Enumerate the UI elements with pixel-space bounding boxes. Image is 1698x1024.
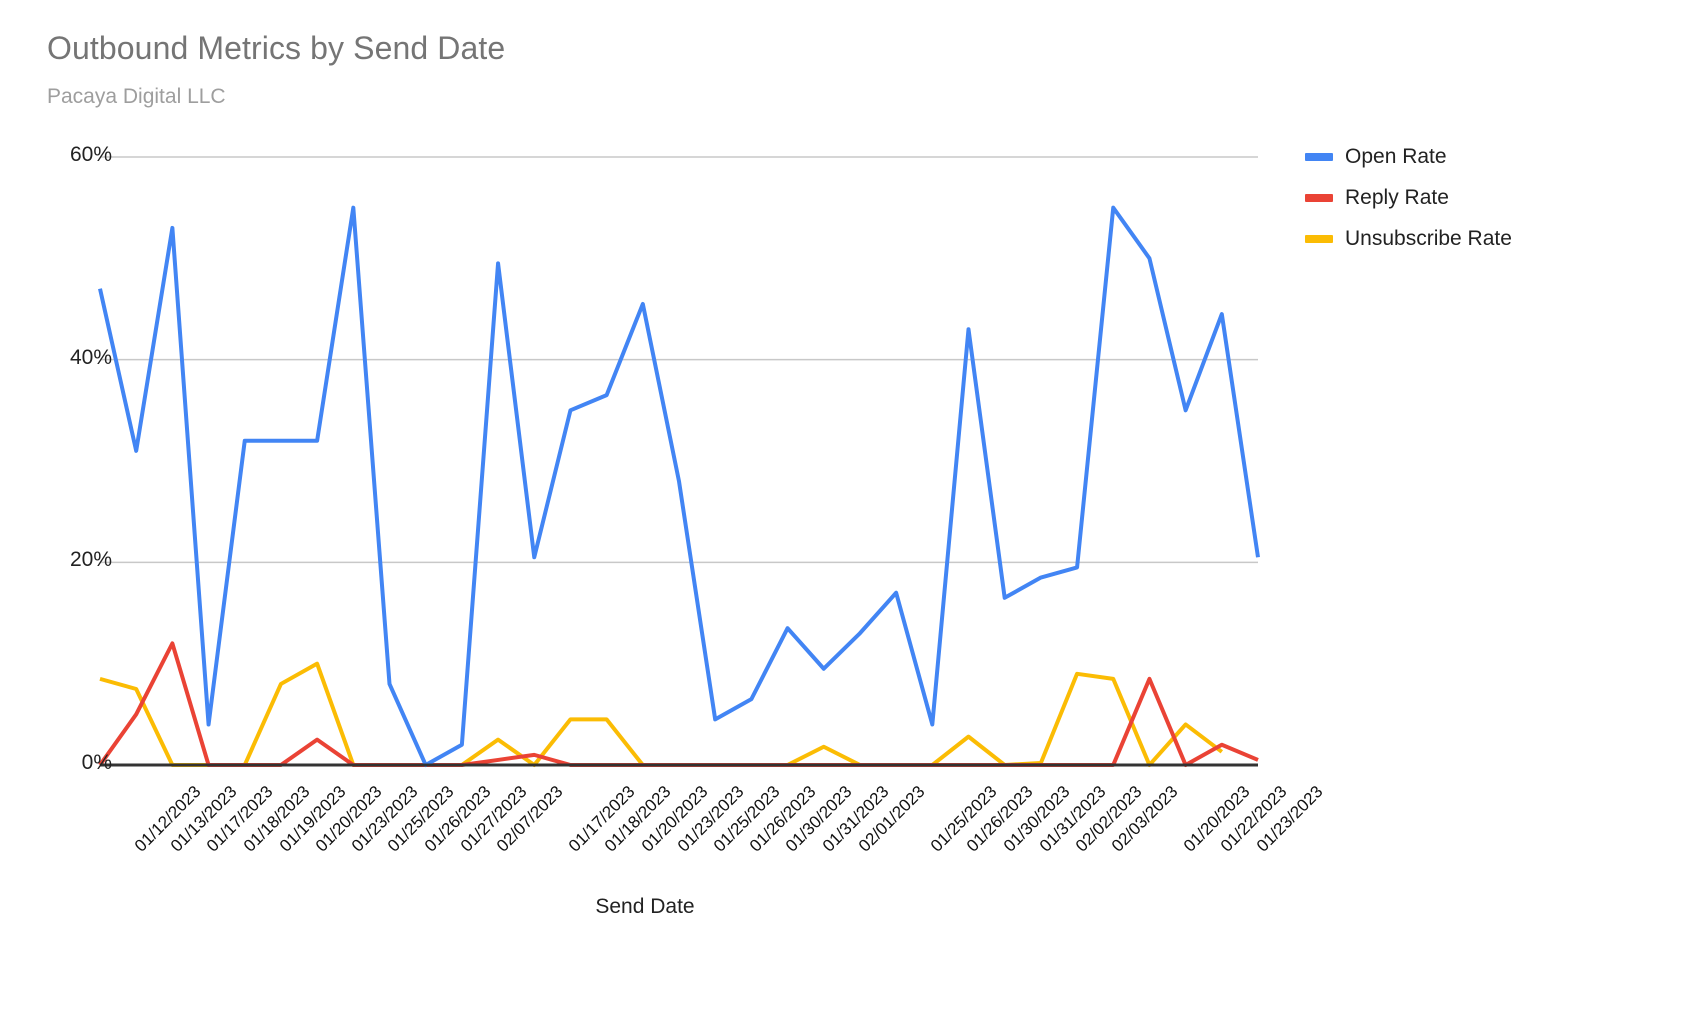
series-lines (100, 208, 1258, 765)
x-axis-title: Send Date (0, 895, 1290, 919)
legend-label: Unsubscribe Rate (1345, 227, 1512, 251)
chart-legend: Open Rate Reply Rate Unsubscribe Rate (1305, 143, 1512, 253)
legend-item[interactable]: Reply Rate (1305, 184, 1512, 212)
legend-swatch-icon (1305, 235, 1333, 243)
legend-item[interactable]: Unsubscribe Rate (1305, 225, 1512, 253)
y-axis-tick-label: 20% (34, 548, 112, 572)
legend-item[interactable]: Open Rate (1305, 143, 1512, 171)
y-axis-tick-label: 0% (34, 751, 112, 775)
y-axis-tick-label: 40% (34, 346, 112, 370)
legend-label: Reply Rate (1345, 186, 1449, 210)
legend-swatch-icon (1305, 153, 1333, 161)
series-line-open-rate (100, 208, 1258, 765)
chart-container: Outbound Metrics by Send Date Pacaya Dig… (0, 0, 1698, 1024)
legend-swatch-icon (1305, 194, 1333, 202)
legend-label: Open Rate (1345, 145, 1447, 169)
y-axis-tick-label: 60% (34, 143, 112, 167)
series-line-unsubscribe-rate (100, 664, 1222, 765)
